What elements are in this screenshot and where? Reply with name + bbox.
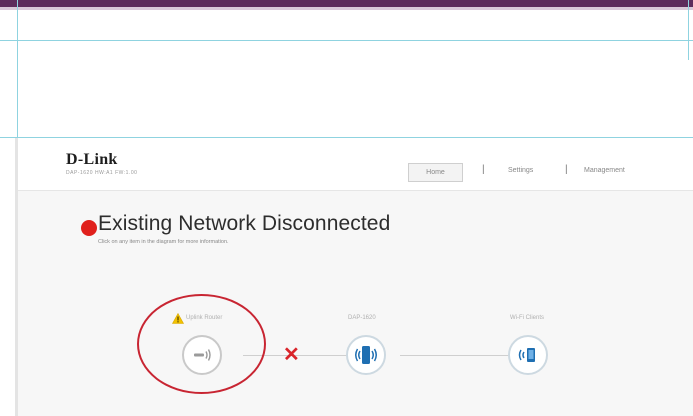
nav-management-link[interactable]: Management bbox=[584, 167, 625, 174]
guide-line-v1 bbox=[17, 0, 18, 146]
wifi-clients-icon bbox=[518, 348, 535, 362]
extender-icon bbox=[355, 346, 377, 364]
status-title: Existing Network Disconnected bbox=[98, 212, 391, 235]
link-extender-clients bbox=[400, 355, 510, 356]
top-band bbox=[0, 0, 693, 7]
status-subtitle: Click on any item in the diagram for mor… bbox=[98, 239, 229, 245]
header-bar bbox=[18, 138, 693, 191]
nav-home-button[interactable]: Home bbox=[408, 163, 463, 182]
guide-line-v2 bbox=[688, 0, 689, 60]
highlight-annotation bbox=[137, 294, 266, 394]
top-band-accent bbox=[0, 7, 693, 10]
extender-label: DAP-1620 bbox=[348, 315, 376, 321]
wifi-clients-label: Wi-Fi Clients bbox=[510, 315, 544, 321]
nav-separator: | bbox=[482, 164, 485, 175]
nav-settings-link[interactable]: Settings bbox=[508, 167, 533, 174]
nav-separator: | bbox=[565, 164, 568, 175]
model-info: DAP-1620 HW:A1 FW:1.00 bbox=[66, 170, 138, 176]
disconnected-icon: ✕ bbox=[283, 344, 300, 366]
status-indicator bbox=[81, 220, 97, 236]
guide-line-h1 bbox=[0, 40, 693, 41]
dlink-logo: D-Link bbox=[66, 151, 118, 168]
